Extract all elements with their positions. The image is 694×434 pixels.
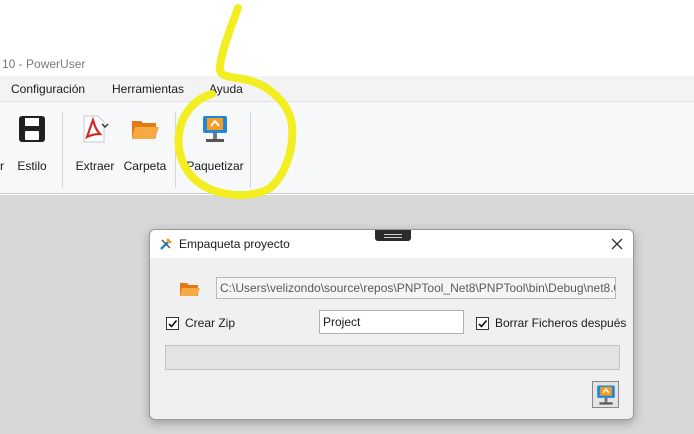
ribbon-separator [250, 112, 251, 188]
progress-bar [165, 345, 620, 370]
folder-button[interactable]: Carpeta [122, 112, 168, 178]
create-zip-checkbox[interactable] [166, 317, 179, 330]
delete-files-checkbox[interactable] [476, 317, 489, 330]
delete-files-label: Borrar Ficheros después [495, 316, 627, 330]
menu-herramientas[interactable]: Herramientas [112, 82, 184, 96]
project-name-input[interactable]: Project [319, 310, 464, 334]
checkmark-icon [168, 319, 178, 328]
tools-icon [160, 238, 172, 250]
style-button[interactable]: Estilo [12, 112, 52, 178]
package-icon [203, 116, 227, 142]
folder-open-icon[interactable] [179, 279, 201, 299]
dialog-title: Empaqueta proyecto [179, 237, 290, 251]
ribbon-toolbar: r Estilo Extraer Carpeta Paquetizar [0, 102, 694, 194]
ribbon-separator [175, 112, 176, 188]
package-button[interactable]: Paquetizar [184, 112, 246, 178]
window-title: 10 - PowerUser [2, 57, 86, 71]
checkmark-icon [478, 319, 488, 328]
close-icon[interactable] [607, 234, 627, 254]
style-label: Estilo [17, 159, 47, 173]
package-dialog: Empaqueta proyecto C:\Users\velizondo\so… [149, 229, 634, 420]
extract-label: Extraer [75, 159, 115, 173]
folder-label: Carpeta [123, 159, 167, 173]
package-run-button[interactable] [592, 381, 619, 408]
package-label: Paquetizar [186, 159, 244, 173]
drag-handle[interactable] [375, 230, 411, 241]
menu-ayuda[interactable]: Ayuda [209, 82, 243, 96]
ribbon-separator [62, 112, 63, 188]
window-titlebar: 10 - PowerUser [0, 57, 694, 74]
ribbon-partial-label: r [0, 159, 4, 173]
save-icon [19, 116, 45, 142]
pdf-extract-icon [83, 115, 109, 143]
path-field[interactable]: C:\Users\velizondo\source\repos\PNPTool_… [216, 277, 616, 299]
menu-configuracion[interactable]: Configuración [11, 82, 85, 96]
extract-button[interactable]: Extraer [74, 112, 116, 178]
folder-open-icon [132, 121, 159, 139]
menu-bar: Configuración Herramientas Ayuda [0, 76, 694, 102]
create-zip-label: Crear Zip [185, 316, 236, 330]
package-icon [597, 385, 615, 405]
